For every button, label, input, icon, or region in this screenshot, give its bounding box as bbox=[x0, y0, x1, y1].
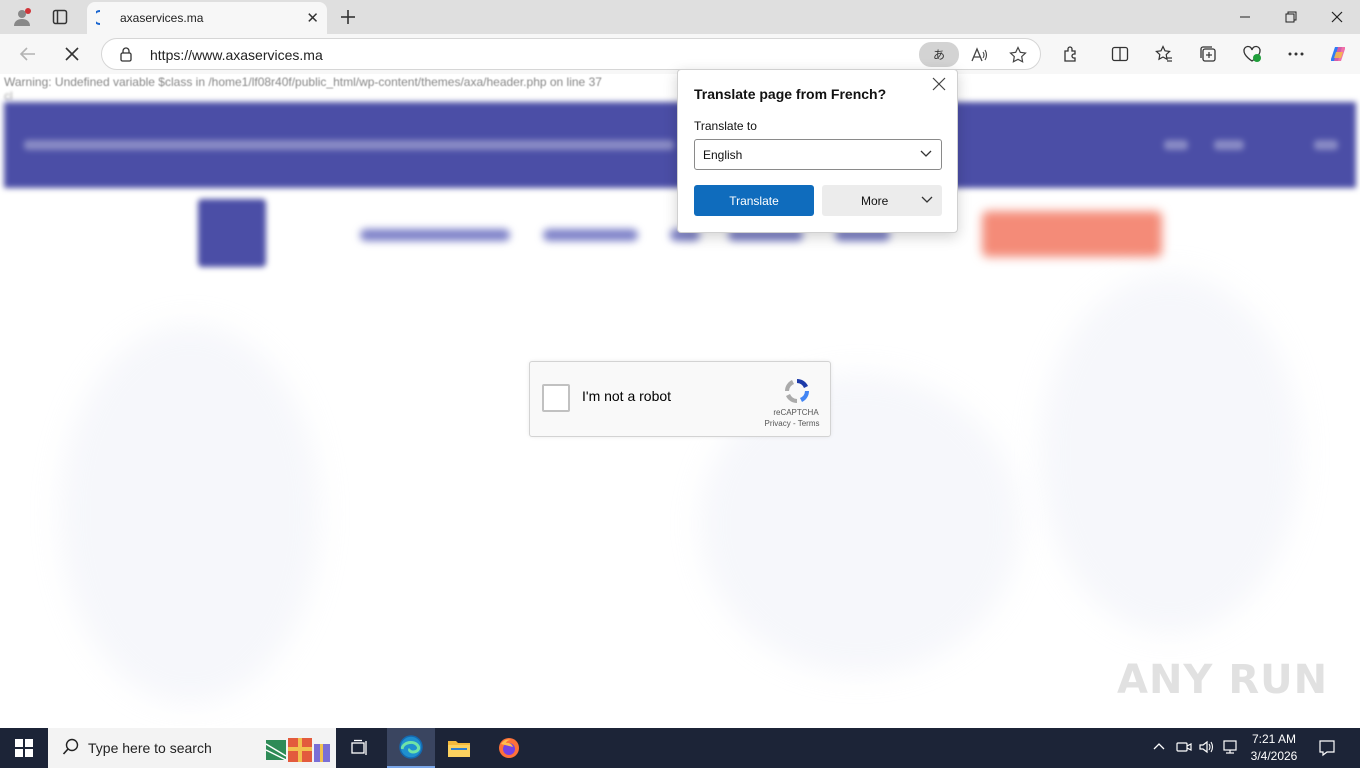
extensions-icon[interactable] bbox=[1057, 41, 1085, 67]
firefox-icon[interactable] bbox=[485, 728, 533, 768]
read-aloud-icon[interactable] bbox=[967, 44, 991, 66]
gift-boxes-icon bbox=[265, 738, 330, 762]
favorites-icon[interactable] bbox=[1150, 41, 1178, 67]
translate-to-label: Translate to bbox=[694, 119, 757, 133]
translate-button[interactable]: Translate bbox=[694, 185, 814, 216]
navigation-bar: https://www.axaservices.ma あ bbox=[0, 34, 1360, 74]
more-options-button[interactable]: More bbox=[822, 185, 942, 216]
edge-taskbar-icon[interactable] bbox=[387, 728, 435, 768]
split-screen-icon[interactable] bbox=[1106, 41, 1134, 67]
php-warning-text: Warning: Undefined variable $class in /h… bbox=[4, 75, 602, 89]
translate-popup: Translate page from French? Translate to… bbox=[677, 69, 958, 233]
restore-icon[interactable] bbox=[1268, 4, 1314, 30]
minimize-icon[interactable] bbox=[1222, 4, 1268, 30]
settings-more-icon[interactable] bbox=[1282, 41, 1310, 67]
taskbar-search-box[interactable]: Type here to search bbox=[48, 728, 336, 768]
blurred-background-shape bbox=[1040, 274, 1300, 634]
php-warning-text-continued: cl bbox=[4, 89, 13, 103]
blurred-site-logo bbox=[198, 199, 266, 267]
network-icon[interactable] bbox=[1222, 739, 1238, 758]
recaptcha-logo-icon bbox=[784, 378, 810, 404]
translate-popup-title: Translate page from French? bbox=[694, 86, 887, 102]
blurred-background-shape bbox=[60, 324, 320, 704]
blurred-nav-item bbox=[543, 229, 638, 241]
anyrun-watermark: ANY RUN bbox=[1117, 657, 1329, 703]
stop-loading-icon[interactable] bbox=[58, 41, 86, 67]
tab-close-icon[interactable]: ✕ bbox=[306, 9, 319, 27]
blurred-cta-button bbox=[982, 211, 1162, 257]
blurred-nav-item bbox=[360, 229, 510, 241]
windows-taskbar: Type here to search 7:21 AM 3/4/2026 bbox=[0, 728, 1360, 768]
url-text[interactable]: https://www.axaservices.ma bbox=[150, 47, 323, 63]
profile-icon[interactable] bbox=[8, 4, 36, 30]
tab-title: axaservices.ma bbox=[120, 11, 204, 25]
chevron-down-icon bbox=[919, 146, 933, 163]
tab-axaservices[interactable]: axaservices.ma ✕ bbox=[87, 2, 327, 34]
search-placeholder: Type here to search bbox=[88, 740, 212, 756]
recaptcha-checkbox[interactable] bbox=[542, 384, 570, 412]
favorite-star-icon[interactable] bbox=[1006, 44, 1030, 66]
address-bar[interactable]: https://www.axaservices.ma あ bbox=[101, 38, 1041, 70]
translate-icon[interactable]: あ bbox=[919, 42, 959, 67]
tab-actions-icon[interactable] bbox=[46, 4, 74, 30]
search-icon bbox=[62, 738, 80, 761]
file-explorer-icon[interactable] bbox=[435, 728, 483, 768]
notifications-icon[interactable] bbox=[1318, 739, 1336, 760]
back-icon[interactable] bbox=[14, 41, 42, 67]
task-view-icon[interactable] bbox=[336, 728, 384, 768]
clock-time: 7:21 AM bbox=[1251, 732, 1297, 746]
chevron-down-icon bbox=[920, 192, 934, 209]
close-window-icon[interactable] bbox=[1314, 4, 1360, 30]
loading-favicon-icon bbox=[96, 10, 101, 25]
start-button[interactable] bbox=[0, 728, 48, 768]
recaptcha-widget: I'm not a robot reCAPTCHA Privacy - Term… bbox=[529, 361, 831, 437]
copilot-icon[interactable] bbox=[1324, 41, 1352, 67]
system-clock[interactable]: 7:21 AM 3/4/2026 bbox=[1244, 731, 1304, 765]
collections-icon[interactable] bbox=[1194, 41, 1222, 67]
show-hidden-icons-chevron-icon[interactable] bbox=[1152, 739, 1166, 756]
tab-bar: axaservices.ma ✕ bbox=[0, 0, 1360, 34]
recaptcha-label: I'm not a robot bbox=[582, 388, 672, 404]
translate-pill-label: あ bbox=[932, 48, 945, 62]
lock-icon[interactable] bbox=[119, 46, 133, 65]
recaptcha-brand: reCAPTCHA bbox=[773, 408, 819, 417]
windows-logo-icon bbox=[15, 739, 33, 757]
more-button-label: More bbox=[861, 194, 889, 208]
meet-now-icon[interactable] bbox=[1176, 739, 1192, 758]
target-language-select[interactable]: English bbox=[694, 139, 942, 170]
new-tab-icon[interactable] bbox=[334, 4, 362, 30]
selected-language: English bbox=[703, 148, 743, 162]
volume-icon[interactable] bbox=[1199, 739, 1215, 758]
recaptcha-privacy-terms-link[interactable]: Privacy - Terms bbox=[756, 419, 828, 428]
browser-essentials-icon[interactable] bbox=[1238, 41, 1266, 67]
clock-date: 3/4/2026 bbox=[1250, 749, 1298, 763]
popup-close-icon[interactable] bbox=[932, 76, 946, 96]
